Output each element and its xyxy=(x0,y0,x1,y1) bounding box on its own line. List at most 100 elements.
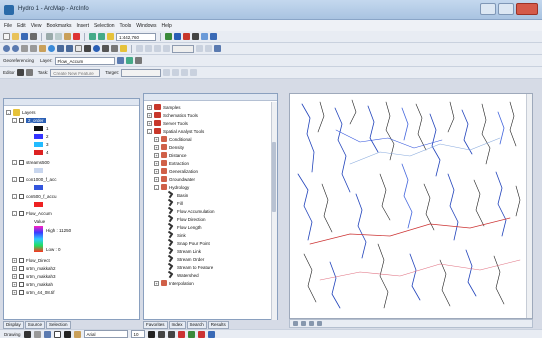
fixed-zoom-in-icon[interactable] xyxy=(21,45,28,52)
collapse-icon[interactable]: - xyxy=(6,109,11,115)
toc-layer-srtm-makkah[interactable]: + srtm_makkah xyxy=(12,280,53,288)
tab-search[interactable]: Search xyxy=(186,321,207,329)
expand-icon[interactable]: + xyxy=(12,289,17,295)
menu-edit[interactable]: Edit xyxy=(17,23,26,29)
text-icon[interactable] xyxy=(63,330,71,338)
toc-layer-label[interactable]: srtm_makkah xyxy=(26,282,53,287)
layer-visibility-checkbox[interactable] xyxy=(19,193,24,199)
font-size-select[interactable]: 10 xyxy=(130,330,145,338)
measure-icon[interactable] xyxy=(111,45,118,52)
map-vertical-scrollbar[interactable] xyxy=(526,94,532,318)
undo-icon[interactable] xyxy=(89,33,96,40)
copy-icon[interactable] xyxy=(55,33,62,40)
paste-icon[interactable] xyxy=(64,33,71,40)
toc-layer-srtm-makkah3[interactable]: + srtm_makkah3 xyxy=(12,272,56,280)
sketch-tool-icon[interactable] xyxy=(25,69,33,76)
georeferencing-menu[interactable]: Georeferencing xyxy=(3,58,34,63)
cut-icon[interactable] xyxy=(46,33,53,40)
layer-visibility-checkbox[interactable] xyxy=(19,159,24,165)
collapse-icon[interactable]: - xyxy=(12,210,17,216)
rotate-icon[interactable] xyxy=(33,330,41,338)
scrollbar-thumb[interactable] xyxy=(272,142,276,212)
collapse-icon[interactable]: - xyxy=(12,193,17,199)
toc-layer-streams500[interactable]: - streams500 xyxy=(12,158,50,166)
next-extent-icon[interactable] xyxy=(66,45,73,52)
menu-tools[interactable]: Tools xyxy=(120,23,132,29)
maximize-button[interactable] xyxy=(498,3,514,15)
stream-network-map[interactable] xyxy=(290,94,526,318)
toolset-groundwater[interactable]: + Groundwater xyxy=(154,175,195,183)
previous-extent-icon[interactable] xyxy=(57,45,64,52)
tool-fill[interactable]: Fill xyxy=(168,199,183,207)
tool-sink[interactable]: Sink xyxy=(168,231,186,239)
tool-flow-accumulation[interactable]: Flow Accumulation xyxy=(168,207,215,215)
add-data-icon[interactable] xyxy=(107,33,114,40)
toolbox-schematics[interactable]: + Schematics Tools xyxy=(147,111,198,119)
toolset-conditional[interactable]: + Conditional xyxy=(154,135,192,143)
toc-layer-con500[interactable]: - con500_f_accu xyxy=(12,192,57,200)
georef-layer-select[interactable]: Flow_Accum xyxy=(54,56,115,65)
toc-layer-label[interactable]: srtm_makkah2 xyxy=(26,266,56,271)
collapse-icon[interactable]: - xyxy=(154,184,159,190)
toolset-extraction[interactable]: + Extraction xyxy=(154,159,189,167)
tab-source[interactable]: Source xyxy=(24,321,46,329)
menu-help[interactable]: Help xyxy=(162,23,172,29)
data-view-icon[interactable] xyxy=(293,321,298,326)
collapse-icon[interactable]: - xyxy=(12,176,17,182)
menu-view[interactable]: View xyxy=(31,23,42,29)
toc-layer-label[interactable]: con500_f_accu xyxy=(26,194,57,199)
table-of-contents-icon[interactable] xyxy=(174,33,181,40)
collapse-icon[interactable]: - xyxy=(12,117,17,123)
tab-display[interactable]: Display xyxy=(3,321,24,329)
target-select[interactable] xyxy=(121,68,162,77)
collapse-icon[interactable]: - xyxy=(12,159,17,165)
redo-icon[interactable] xyxy=(98,33,105,40)
drawing-menu[interactable]: Drawing xyxy=(4,332,21,337)
menu-selection[interactable]: Selection xyxy=(94,23,115,29)
expand-icon[interactable]: + xyxy=(147,112,152,118)
toolbox-spatial-analyst[interactable]: - Spatial Analyst Tools xyxy=(147,127,204,135)
tab-results[interactable]: Results xyxy=(207,321,229,329)
layers-root[interactable]: - Layers xyxy=(6,108,36,116)
expand-icon[interactable]: + xyxy=(154,280,159,286)
expand-icon[interactable]: + xyxy=(154,152,159,158)
toc-layer-srtm-makkah2[interactable]: + srtm_makkah2 xyxy=(12,264,56,272)
view-link-table-icon[interactable] xyxy=(134,57,142,64)
expand-icon[interactable]: + xyxy=(12,257,17,263)
expand-icon[interactable]: + xyxy=(154,136,159,142)
bold-icon[interactable] xyxy=(147,330,155,338)
tool-snap-pour-point[interactable]: Snap Pour Point xyxy=(168,239,210,247)
rotate-icon[interactable] xyxy=(116,57,124,64)
toc-layer-label[interactable]: Flow_Direct xyxy=(26,258,50,263)
tool-flow-direction[interactable]: Flow Direction xyxy=(168,215,206,223)
command-line-icon[interactable] xyxy=(192,33,199,40)
toc-layer-label[interactable]: Flow_Accum xyxy=(26,211,52,216)
pan-icon[interactable] xyxy=(39,45,46,52)
expand-icon[interactable]: + xyxy=(154,144,159,150)
expand-icon[interactable]: + xyxy=(154,176,159,182)
hyperlink-icon[interactable] xyxy=(120,45,127,52)
font-color-icon[interactable] xyxy=(177,330,185,338)
toolset-hydrology[interactable]: - Hydrology xyxy=(154,183,189,191)
zoom-in-icon[interactable] xyxy=(3,45,10,52)
full-extent-icon[interactable] xyxy=(48,45,55,52)
expand-icon[interactable]: + xyxy=(12,281,17,287)
select-elements-icon[interactable] xyxy=(84,45,91,52)
toc-layer-label[interactable]: srtm_44_08.tif xyxy=(26,290,55,295)
arctoolbox-icon[interactable] xyxy=(183,33,190,40)
catalog-icon[interactable] xyxy=(201,33,208,40)
close-button[interactable] xyxy=(516,3,538,15)
layer-visibility-checkbox[interactable] xyxy=(19,281,24,287)
menu-windows[interactable]: Windows xyxy=(136,23,156,29)
expand-icon[interactable]: + xyxy=(154,160,159,166)
tab-favorites[interactable]: Favorites xyxy=(143,321,168,329)
zoom-out-icon[interactable] xyxy=(12,45,19,52)
menu-bookmarks[interactable]: Bookmarks xyxy=(46,23,71,29)
expand-icon[interactable]: + xyxy=(154,168,159,174)
toolset-generalization[interactable]: + Generalization xyxy=(154,167,198,175)
tool-stream-order[interactable]: Stream Order xyxy=(168,255,204,263)
expand-icon[interactable]: + xyxy=(12,273,17,279)
toolbox-server[interactable]: + Server Tools xyxy=(147,119,188,127)
add-control-points-icon[interactable] xyxy=(125,57,133,64)
expand-icon[interactable]: + xyxy=(147,120,152,126)
